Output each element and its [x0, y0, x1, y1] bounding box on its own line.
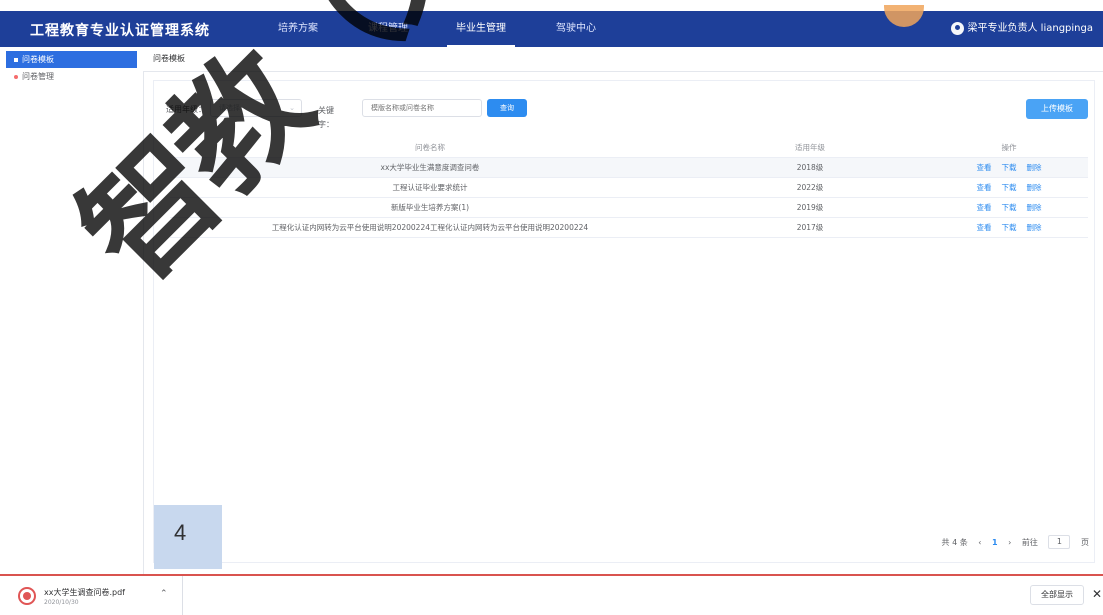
row-actions: 查看 下载 删除 — [930, 178, 1088, 197]
column-header-actions: 操作 — [1001, 143, 1017, 152]
download-shelf: xx大学生调查问卷.pdf 2020/10/30 ⌃ 全部显示 ✕ — [0, 574, 1103, 615]
questionnaire-table: 问卷名称 适用年级 操作 xx大学毕业生满意度调查问卷 2018级 查看 下载 删除… — [170, 138, 1088, 238]
row-name: 工程化认证内网转为云平台使用说明20200224工程化认证内网转为云平台使用说明… — [271, 223, 589, 232]
view-link[interactable]: 查看 — [977, 183, 992, 192]
pagination: 共 4 条 ‹ 1 › 前往 1 页 — [934, 535, 1089, 549]
row-name: 工程认证毕业要求统计 — [392, 183, 468, 192]
nav-training-plan[interactable]: 培养方案 — [268, 11, 328, 47]
app-title: 工程教育专业认证管理系统 — [30, 23, 210, 39]
page-badge — [154, 505, 222, 569]
pagination-total: 共 4 条 — [941, 537, 968, 547]
show-all-downloads-button[interactable]: 全部显示 — [1030, 585, 1084, 605]
row-year: 2017级 — [796, 223, 824, 232]
sidebar: 问卷模板 问卷管理 — [0, 47, 144, 575]
menu-dot-icon — [14, 74, 18, 79]
view-link[interactable]: 查看 — [977, 163, 992, 172]
download-link[interactable]: 下载 — [1002, 163, 1017, 172]
download-link[interactable]: 下载 — [1002, 223, 1017, 232]
row-name: 新版毕业生培养方案(1) — [390, 203, 470, 212]
chevron-up-icon[interactable]: ⌃ — [160, 589, 168, 599]
sidebar-item-questionnaire-management[interactable]: 问卷管理 — [0, 68, 143, 85]
table-row[interactable]: 工程认证毕业要求统计 2022级 查看 下载 删除 — [170, 178, 1088, 198]
pdf-file-icon — [18, 587, 36, 605]
keyword-search-input[interactable] — [362, 99, 482, 117]
next-page-button[interactable]: › — [1008, 538, 1011, 547]
nav-dashboard-center[interactable]: 驾驶中心 — [546, 11, 606, 47]
breadcrumb: 问卷模板 — [153, 54, 185, 63]
user-avatar-icon — [950, 21, 964, 35]
sidebar-item-questionnaire-template[interactable]: 问卷模板 — [6, 51, 137, 68]
goto-label: 前往 — [1021, 537, 1038, 547]
user-name: 梁平专业负责人 liangpinga — [967, 23, 1094, 34]
table-row[interactable]: 工程化认证内网转为云平台使用说明20200224工程化认证内网转为云平台使用说明… — [170, 218, 1088, 238]
table-row[interactable]: xx大学毕业生满意度调查问卷 2018级 查看 下载 删除 — [170, 158, 1088, 178]
top-nav-bar: 工程教育专业认证管理系统 培养方案 课程管理 毕业生管理 驾驶中心 梁平专业负责… — [0, 5, 1103, 47]
table-row[interactable]: 新版毕业生培养方案(1) 2019级 查看 下载 删除 — [170, 198, 1088, 218]
nav-course-management[interactable]: 课程管理 — [358, 11, 418, 47]
view-link[interactable]: 查看 — [977, 203, 992, 212]
keyword-filter-label: 关键字： — [318, 106, 334, 129]
column-header-name: 问卷名称 — [415, 143, 445, 152]
download-link[interactable]: 下载 — [1002, 203, 1017, 212]
download-file-name: xx大学生调查问卷.pdf — [44, 588, 125, 597]
table-header-row: 问卷名称 适用年级 操作 — [170, 138, 1088, 158]
row-year: 2019级 — [796, 203, 824, 212]
delete-link[interactable]: 删除 — [1027, 163, 1042, 172]
user-menu[interactable]: 梁平专业负责人 liangpinga — [950, 11, 1094, 47]
year-filter-label: 适用年级： — [166, 105, 206, 114]
close-icon[interactable]: ✕ — [1092, 587, 1102, 601]
download-link[interactable]: 下载 — [1002, 183, 1017, 192]
view-link[interactable]: 查看 — [977, 223, 992, 232]
chevron-down-icon: ⌄ — [289, 104, 295, 112]
row-actions: 查看 下载 删除 — [930, 158, 1088, 177]
row-actions: 查看 下载 删除 — [930, 198, 1088, 217]
page-badge-number: 4 — [174, 520, 187, 545]
delete-link[interactable]: 删除 — [1027, 223, 1042, 232]
breadcrumb-bar: 问卷模板 — [143, 47, 1103, 72]
goto-page-input[interactable]: 1 — [1048, 535, 1071, 549]
upload-template-button[interactable]: 上传模板 — [1026, 99, 1088, 119]
prev-page-button[interactable]: ‹ — [978, 538, 981, 547]
search-button[interactable]: 查询 — [487, 99, 527, 117]
column-header-year: 适用年级 — [795, 143, 825, 152]
delete-link[interactable]: 删除 — [1027, 183, 1042, 192]
menu-dot-icon — [14, 57, 18, 62]
nav-graduate-management[interactable]: 毕业生管理 — [447, 11, 515, 47]
year-select[interactable]: 请选择 ⌄ — [210, 99, 302, 117]
delete-link[interactable]: 删除 — [1027, 203, 1042, 212]
download-file-date: 2020/10/30 — [44, 599, 79, 606]
row-year: 2022级 — [796, 183, 824, 192]
page-unit-label: 页 — [1081, 537, 1089, 547]
page-number[interactable]: 1 — [992, 538, 998, 547]
row-name: xx大学毕业生满意度调查问卷 — [380, 163, 480, 172]
row-year: 2018级 — [796, 163, 824, 172]
brand-badge-icon — [884, 5, 924, 27]
row-actions: 查看 下载 删除 — [930, 218, 1088, 237]
download-item[interactable]: xx大学生调查问卷.pdf 2020/10/30 ⌃ — [0, 576, 183, 615]
